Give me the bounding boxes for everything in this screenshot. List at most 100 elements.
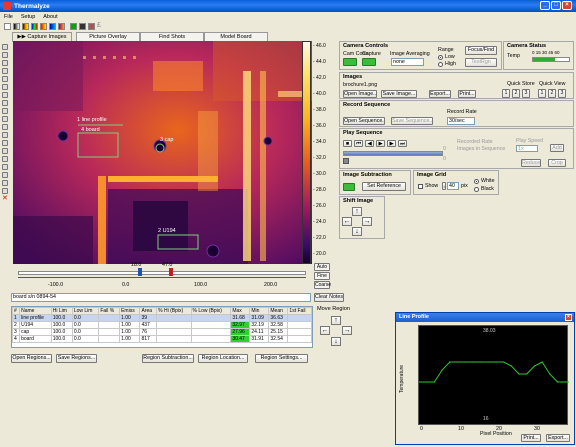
table-cell[interactable]: 1.00 bbox=[119, 321, 141, 329]
line-profile-print-button[interactable]: Print... bbox=[521, 434, 541, 442]
last-frame-icon[interactable]: ⏭ bbox=[398, 140, 407, 147]
column-header[interactable]: Fail % bbox=[98, 307, 121, 315]
sequence-progress-bar[interactable] bbox=[343, 151, 443, 156]
table-cell[interactable] bbox=[98, 335, 121, 343]
play-icon[interactable]: ▶ bbox=[376, 140, 385, 147]
slider-high-handle[interactable] bbox=[169, 268, 173, 276]
table-cell[interactable] bbox=[98, 328, 121, 336]
table-cell[interactable] bbox=[190, 335, 232, 343]
first-frame-icon[interactable]: ⏮ bbox=[354, 140, 363, 147]
column-header[interactable]: Area bbox=[139, 307, 158, 315]
table-cell[interactable]: 3 bbox=[11, 328, 21, 336]
dropper-icon[interactable] bbox=[2, 76, 8, 82]
table-cell[interactable] bbox=[287, 314, 312, 322]
region-subtraction-button[interactable]: Region Subtraction... bbox=[142, 354, 194, 363]
table-cell[interactable]: 24.11 bbox=[249, 328, 270, 336]
save-regions-button[interactable]: Save Regions... bbox=[56, 354, 97, 363]
table-cell[interactable]: 25.15 bbox=[268, 328, 289, 336]
add-button[interactable]: Add bbox=[550, 144, 564, 152]
table-cell[interactable]: 30.47 bbox=[230, 335, 251, 343]
polyline-icon[interactable] bbox=[2, 100, 8, 106]
table-cell[interactable] bbox=[156, 321, 192, 329]
line-profile-export-button[interactable]: Export... bbox=[546, 434, 570, 442]
move-left-icon[interactable]: ← bbox=[320, 326, 330, 335]
column-header[interactable]: Min bbox=[249, 307, 270, 315]
play-speed-select[interactable]: 1x bbox=[516, 145, 538, 152]
open-regions-button[interactable]: Open Regions... bbox=[11, 354, 52, 363]
table-cell[interactable]: 437 bbox=[139, 321, 158, 329]
table-cell[interactable] bbox=[98, 321, 121, 329]
table-cell[interactable]: 1.00 bbox=[119, 335, 141, 343]
text-icon[interactable] bbox=[2, 148, 8, 154]
table-cell[interactable] bbox=[156, 335, 192, 343]
save-image-button[interactable]: Save Image... bbox=[381, 90, 417, 98]
freehand-icon[interactable] bbox=[2, 140, 8, 146]
delete-icon[interactable]: ✕ bbox=[2, 195, 8, 202]
record-rate-select[interactable]: 30/sec bbox=[447, 117, 475, 125]
table-cell[interactable]: 0.0 bbox=[71, 328, 100, 336]
palette-hot-icon[interactable] bbox=[40, 23, 47, 30]
arrow-icon[interactable] bbox=[2, 156, 8, 162]
polygon-icon[interactable] bbox=[2, 132, 8, 138]
close-button[interactable]: × bbox=[562, 1, 572, 10]
table-cell[interactable]: 36.63 bbox=[268, 314, 289, 322]
zoom-in-icon[interactable] bbox=[2, 52, 8, 58]
grid-size-input[interactable]: 40 bbox=[447, 182, 459, 190]
shift-left-icon[interactable]: ← bbox=[342, 217, 352, 226]
table-cell[interactable] bbox=[190, 321, 232, 329]
column-header[interactable]: % Low (Bpix) bbox=[190, 307, 232, 315]
table-row[interactable]: 3 cap 100.0 0.0 1.00 76 27.96 24.11 25.15 bbox=[11, 328, 312, 336]
move-down-icon[interactable]: ↓ bbox=[331, 337, 341, 346]
settings-icon[interactable] bbox=[2, 188, 8, 194]
region-settings-button[interactable]: Region Settings... bbox=[255, 354, 308, 363]
quick-view-3[interactable]: 3 bbox=[558, 89, 566, 98]
grid-black-radio[interactable] bbox=[474, 187, 479, 192]
camera-icon[interactable] bbox=[70, 23, 77, 30]
line-profile-close-icon[interactable]: × bbox=[565, 314, 572, 321]
table-cell[interactable]: 100.0 bbox=[50, 314, 73, 322]
move-right-icon[interactable]: → bbox=[342, 326, 352, 335]
palette-purple-icon[interactable] bbox=[58, 23, 65, 30]
crop-button[interactable]: Crop bbox=[548, 159, 566, 167]
column-header[interactable]: Hi Lim bbox=[50, 307, 73, 315]
point-icon[interactable] bbox=[2, 84, 8, 90]
grid-spin-arrows[interactable]: ↕ bbox=[442, 182, 446, 190]
palette-cool-icon[interactable] bbox=[49, 23, 56, 30]
averaging-select[interactable]: none bbox=[391, 58, 424, 66]
column-header[interactable]: Mean bbox=[268, 307, 289, 315]
table-cell[interactable]: 100.0 bbox=[50, 321, 73, 329]
table-cell[interactable]: U194 bbox=[19, 321, 52, 329]
table-row[interactable]: 1 line profile 100.0 0.0 1.00 39 31.68 31.09 36.… bbox=[11, 314, 312, 322]
shift-right-icon[interactable]: → bbox=[362, 217, 372, 226]
move-up-icon[interactable]: ↑ bbox=[331, 316, 341, 325]
thermal-image[interactable]: 1 line profile 4 board 3 cap 2 U194 bbox=[13, 41, 312, 264]
quick-store-1[interactable]: 1 bbox=[502, 89, 510, 98]
slider-low-handle[interactable] bbox=[138, 268, 142, 276]
column-header[interactable]: Max bbox=[230, 307, 251, 315]
table-cell[interactable]: 32.97 bbox=[230, 321, 251, 329]
table-cell[interactable]: 0.0 bbox=[71, 335, 100, 343]
column-header[interactable]: # bbox=[11, 307, 21, 315]
table-cell[interactable]: 1.00 bbox=[119, 328, 141, 336]
shift-up-icon[interactable]: ↑ bbox=[352, 207, 362, 216]
table-cell[interactable]: 0.0 bbox=[71, 321, 100, 329]
palette-iron-icon[interactable] bbox=[22, 23, 29, 30]
sequence-slider-handle[interactable] bbox=[343, 158, 349, 164]
fine-button[interactable]: Fine bbox=[314, 272, 330, 280]
table-cell[interactable]: 2 bbox=[11, 321, 21, 329]
export-image-button[interactable]: Export... bbox=[429, 90, 451, 98]
table-cell[interactable]: 31.91 bbox=[249, 335, 270, 343]
test-region-button[interactable]: TestRgn bbox=[465, 58, 497, 67]
table-cell[interactable]: 1.00 bbox=[119, 314, 141, 322]
grid-white-radio[interactable] bbox=[474, 179, 479, 184]
column-header[interactable]: % Hi (Bpix) bbox=[156, 307, 192, 315]
table-cell[interactable] bbox=[156, 328, 192, 336]
set-reference-button[interactable]: Set Reference bbox=[362, 182, 406, 191]
pan-icon[interactable] bbox=[2, 68, 8, 74]
ellipse-icon[interactable] bbox=[2, 116, 8, 122]
print-image-button[interactable]: Print... bbox=[458, 90, 476, 98]
column-header[interactable]: 1st Fail bbox=[287, 307, 312, 315]
reduce-button[interactable]: Reduce bbox=[521, 159, 541, 167]
table-cell[interactable]: 0.0 bbox=[71, 314, 100, 322]
maximize-button[interactable]: □ bbox=[551, 1, 561, 10]
